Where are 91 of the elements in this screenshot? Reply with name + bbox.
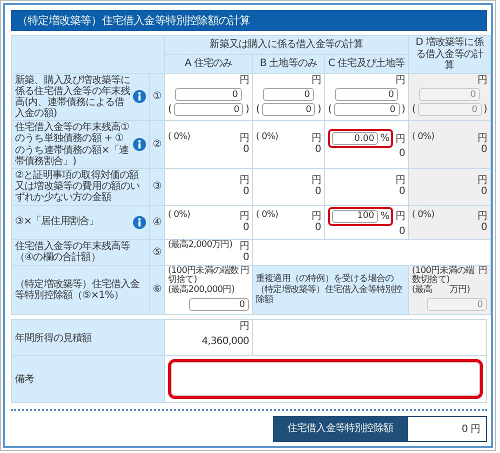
note-text: ( 0%) [168, 133, 190, 144]
column-header: B 土地等のみ [252, 54, 324, 73]
bracket: ( [168, 104, 172, 116]
column-header: D 増改築等に係る借入金等の計算 [408, 36, 491, 73]
bracket: ( [256, 104, 260, 116]
column-group-header: 新築又は購入に係る借入金等の計算 [164, 36, 409, 54]
amount-field[interactable]: 0 [189, 298, 249, 312]
note-text: ( 0%) [256, 210, 278, 222]
amount-value: 0 [314, 186, 321, 198]
amount-value: 0 [242, 222, 249, 234]
unit-label: 円 [240, 266, 249, 278]
amount-value: 0 [242, 186, 249, 198]
info-icon[interactable] [133, 90, 146, 104]
amount-value: 0 [398, 148, 406, 160]
bracket: ( [412, 104, 416, 116]
percent-sign: % [380, 133, 390, 144]
row-number: ⑥ [150, 265, 164, 315]
amount-value: 0 [480, 186, 488, 198]
row-number: ④ [150, 205, 164, 240]
unit-label: 円 [395, 210, 406, 224]
unit-label: 円 [239, 240, 249, 252]
info-icon[interactable] [133, 138, 146, 152]
unit-label: 円 [239, 321, 249, 332]
row-label: 年間所得の見積額 [12, 320, 164, 356]
amount-value: 0 [242, 144, 249, 156]
row-label: ②と証明事項の取得対価の額又は増改築等の費用の額のいずれか少ない方の金額 [15, 170, 141, 204]
row-label: （特定増改築等）住宅借入金等特別控除額（⑤×1%） [15, 278, 141, 302]
note-text: (最高2,000万円) [168, 240, 232, 252]
result-value: 0 円 [407, 416, 487, 442]
amount-field[interactable]: 0 [174, 103, 244, 116]
row-label: 重複適用（の特例）を受ける場合の（特定増改築等）住宅借入金等特別控除額 [252, 265, 409, 315]
bracket: ) [484, 104, 488, 116]
amount-value: 0 [314, 144, 321, 156]
unit-label: 円 [239, 133, 249, 144]
unit-label: 円 [478, 266, 488, 278]
bracket: ) [402, 104, 406, 116]
amount-field[interactable]: 0 [175, 88, 242, 102]
unit-label: 円 [395, 175, 406, 186]
column-header: A 住宅のみ [164, 54, 252, 73]
amount-value: 0 [242, 252, 249, 264]
bracket: ( [328, 104, 332, 116]
row-label: 住宅借入金等の年末残高①のうち単独債務の額 + ①のうち連帯債務の額×「連帯債務割合」) [15, 122, 130, 167]
note-text: ( 0%) [412, 133, 434, 144]
amount-value: 0 [398, 226, 406, 238]
result-label: 住宅借入金等特別控除額 [273, 416, 407, 442]
amount-value: 4,360,000 [200, 335, 249, 350]
percent-field[interactable]: 0.00 [332, 132, 378, 146]
row-number: ③ [150, 168, 164, 206]
amount-value: 0 [314, 222, 321, 234]
percent-field[interactable]: 100 [332, 210, 378, 223]
percent-sign: % [380, 210, 390, 222]
amount-field[interactable]: 0 [262, 103, 316, 116]
unit-label: 円 [477, 175, 488, 186]
unit-label: 円 [311, 133, 321, 144]
unit-label: 円 [239, 175, 249, 186]
bracket: ) [317, 104, 321, 116]
unit-label: 円 [395, 132, 406, 146]
unit-label: 円 [239, 75, 249, 86]
row-label: 新築、購入及び増改築等に係る住宅借入金等の年末残高(内、連帯債務による借入金の額) [15, 74, 131, 120]
row-number: ② [150, 120, 164, 168]
unit-label: 円 [311, 175, 321, 186]
note-text: ( 0%) [412, 210, 434, 222]
amount-field[interactable]: 0 [334, 103, 400, 116]
note-text: (100円未満の端数切捨て) [168, 266, 240, 286]
amount-field[interactable]: 0 [335, 88, 398, 102]
note-text: (最高200,000円) [168, 286, 234, 296]
row-number: ① [150, 73, 164, 121]
unit-label: 円 [477, 75, 488, 86]
note-text: ( 0%) [256, 133, 278, 144]
row-label: 備考 [12, 356, 164, 403]
unit-label: 円 [477, 133, 488, 144]
column-header: C 住宅及び土地等 [324, 54, 409, 73]
note-text: (100円未満の端数切捨て) [412, 266, 476, 286]
row-label: ③×「居住用割合」 [15, 216, 100, 228]
note-text: (最高 万円) [412, 286, 470, 296]
unit-label: 円 [239, 210, 249, 222]
amount-field[interactable]: 0 [263, 88, 314, 102]
note-text: ( 0%) [168, 210, 190, 222]
amount-value: 0 [480, 222, 488, 234]
info-icon[interactable] [133, 216, 146, 229]
remarks-field[interactable] [171, 362, 480, 396]
row-label: 住宅借入金等の年末残高等（④の欄の合計額） [15, 240, 132, 264]
unit-label: 円 [477, 210, 488, 222]
amount-value: 0 [398, 186, 406, 198]
form-title: （特定増改築等）住宅借入金等特別控除額の計算 [11, 10, 487, 31]
row-number: ⑤ [150, 239, 164, 266]
bracket: ) [245, 104, 249, 116]
unit-label: 円 [311, 75, 321, 86]
unit-label: 円 [311, 210, 321, 222]
amount-value: 0 [480, 144, 488, 156]
unit-label: 円 [395, 75, 406, 86]
